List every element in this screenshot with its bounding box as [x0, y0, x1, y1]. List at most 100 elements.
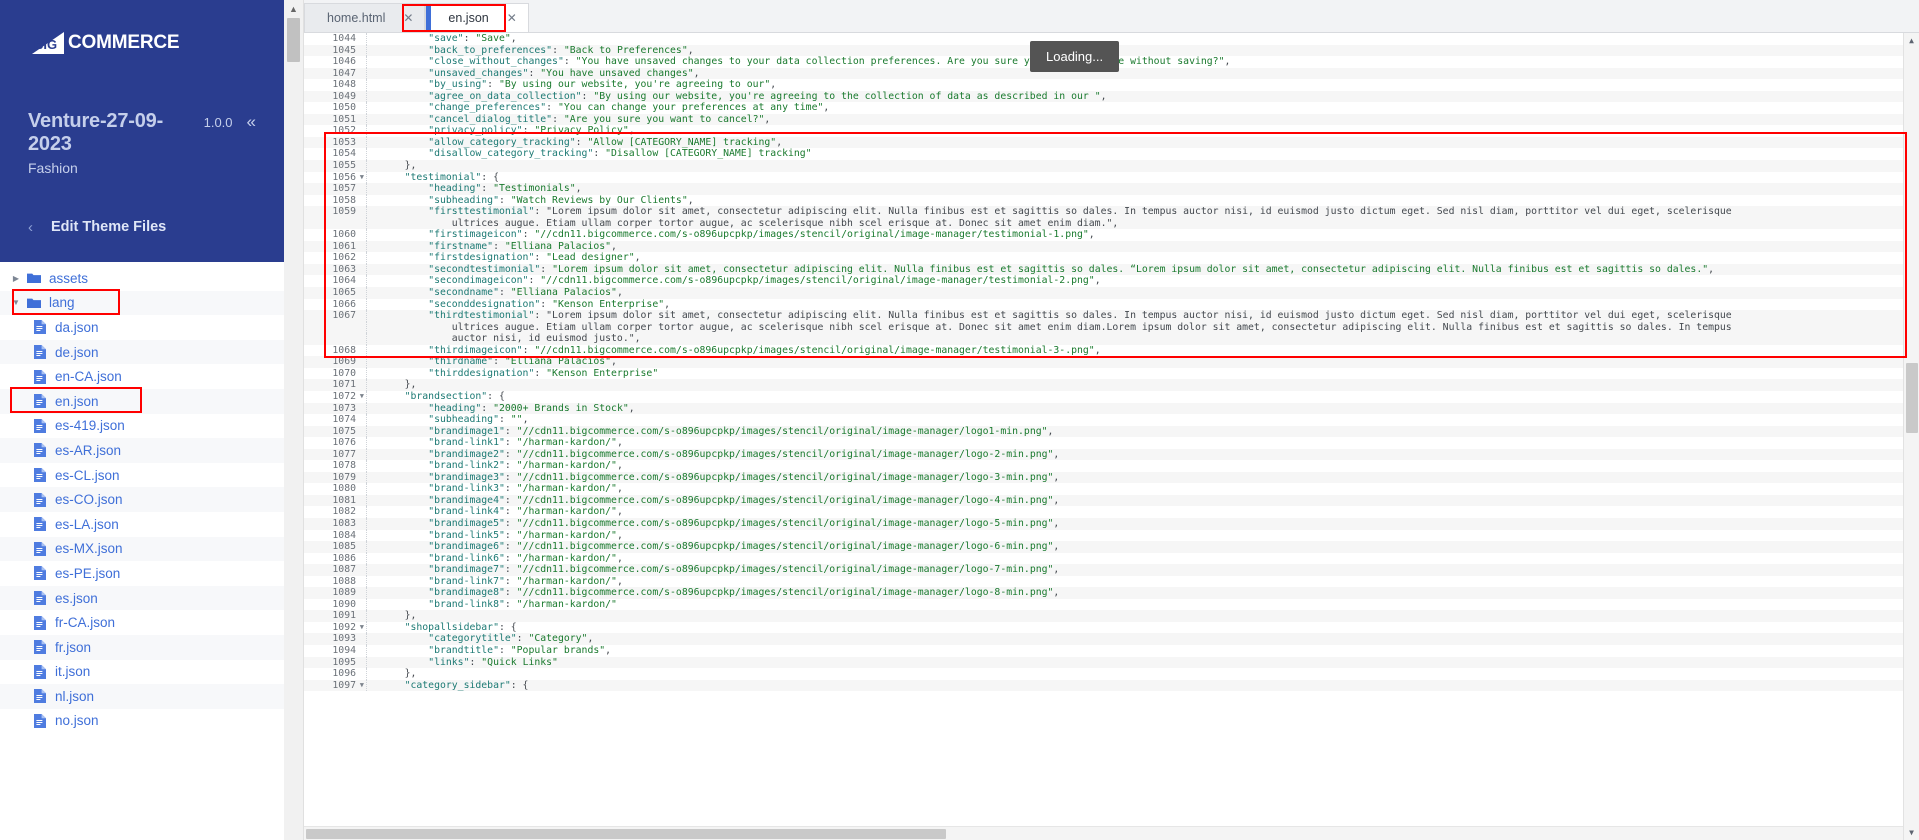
code-line[interactable]: 1079 "brandimage3": "//cdn11.bigcommerce… — [304, 471, 1903, 484]
code-fold-icon[interactable]: ▼ — [360, 622, 364, 634]
code-line[interactable]: 1075 "brandimage1": "//cdn11.bigcommerce… — [304, 425, 1903, 438]
scroll-up-icon[interactable]: ▲ — [1904, 33, 1919, 45]
code-line[interactable]: 1087 "brandimage7": "//cdn11.bigcommerce… — [304, 564, 1903, 576]
file-tree-item-en-CA-json[interactable]: en-CA.json — [0, 364, 284, 389]
code-line[interactable]: 1084 "brand-link5": "/harman-kardon/", — [304, 529, 1903, 542]
file-tree-item-es-LA-json[interactable]: es-LA.json — [0, 512, 284, 537]
code-line[interactable]: 1094 "brandtitle": "Popular brands", — [304, 644, 1903, 657]
scroll-up-icon[interactable]: ▲ — [284, 0, 303, 14]
code-line[interactable]: 1062 "firstdesignation": "Lead designer"… — [304, 252, 1903, 264]
code-line[interactable]: 1052 "privacy_policy": "Privacy Policy", — [304, 125, 1903, 137]
edit-theme-files-nav[interactable]: ‹ Edit Theme Files — [28, 219, 256, 235]
file-tree-item-en-json[interactable]: en.json — [0, 386, 284, 414]
code-line[interactable]: 1069 "thirdname": "Elliana Palacios", — [304, 356, 1903, 368]
code-line[interactable]: auctor nisi, id euismod justo.", — [304, 333, 1903, 345]
file-tree-item-fr-CA-json[interactable]: fr-CA.json — [0, 610, 284, 635]
file-tree-item-assets[interactable]: ▶ assets — [0, 266, 284, 291]
code-line[interactable]: 1078 "brand-link2": "/harman-kardon/", — [304, 460, 1903, 472]
file-tree-item-es-MX-json[interactable]: es-MX.json — [0, 536, 284, 562]
code-line[interactable]: 1074 "subheading": "", — [304, 414, 1903, 426]
file-tree-item-it-json[interactable]: it.json — [0, 660, 284, 685]
file-tree-item-es-419-json[interactable]: es-419.json — [0, 414, 284, 439]
code-fold-icon[interactable]: ▼ — [360, 391, 364, 403]
file-tree-item-no-json[interactable]: no.json — [0, 709, 284, 734]
chevron-right-icon[interactable]: ▶ — [8, 274, 24, 283]
collapse-sidebar-icon[interactable]: « — [247, 113, 256, 130]
editor-tab-en-json[interactable]: en.json ✕ — [425, 3, 529, 32]
file-tree-item-lang[interactable]: ▼ lang — [0, 288, 284, 316]
code-line[interactable]: 1060 "firstimageicon": "//cdn11.bigcomme… — [304, 229, 1903, 241]
code-line[interactable]: 1050 "change_preferences": "You can chan… — [304, 102, 1903, 114]
code-line[interactable]: 1055 }, — [304, 160, 1903, 172]
code-line[interactable]: 1096 }, — [304, 668, 1903, 680]
scroll-down-icon[interactable]: ▼ — [1904, 828, 1919, 837]
code-line[interactable]: 1056 ▼ "testimonial": { — [304, 171, 1903, 184]
tree-scrollbar[interactable]: ▲ — [284, 0, 304, 840]
code-line[interactable]: ultrices augue. Etiam ullam corper torto… — [304, 321, 1903, 334]
file-tree-item-nl-json[interactable]: nl.json — [0, 684, 284, 709]
code-content[interactable]: 1044 "save": "Save", 1045 "back_to_prefer… — [304, 33, 1903, 826]
code-line[interactable]: 1063 "secondtestimonial": "Lorem ipsum d… — [304, 263, 1903, 276]
code-line[interactable]: 1076 "brand-link1": "/harman-kardon/", — [304, 437, 1903, 449]
file-tree-item-es-json[interactable]: es.json — [0, 585, 284, 611]
code-line[interactable]: 1068 "thirdimageicon": "//cdn11.bigcomme… — [304, 344, 1903, 357]
tree-scrollbar-thumb[interactable] — [287, 18, 300, 62]
code-line[interactable]: 1071 }, — [304, 379, 1903, 391]
editor-vertical-scrollbar[interactable]: ▲ ▼ — [1903, 33, 1919, 840]
code-line[interactable]: 1086 "brand-link6": "/harman-kardon/", — [304, 552, 1903, 565]
editor-tabbar[interactable]: home.html ✕ en.json ✕ — [304, 0, 1919, 33]
file-tree-item-fr-json[interactable]: fr.json — [0, 634, 284, 660]
code-line[interactable]: 1097 ▼ "category_sidebar": { — [304, 679, 1903, 692]
code-line[interactable]: 1082 "brand-link4": "/harman-kardon/", — [304, 506, 1903, 518]
code-line[interactable]: 1083 "brandimage5": "//cdn11.bigcommerce… — [304, 517, 1903, 530]
code-line[interactable]: 1054 "disallow_category_tracking": "Disa… — [304, 148, 1903, 161]
code-line[interactable]: 1057 "heading": "Testimonials", — [304, 183, 1903, 195]
code-line[interactable]: 1070 "thirddesignation": "Kenson Enterpr… — [304, 367, 1903, 380]
code-line[interactable]: 1080 "brand-link3": "/harman-kardon/", — [304, 483, 1903, 495]
vertical-scrollbar-thumb[interactable] — [1906, 363, 1918, 433]
code-line[interactable]: 1095 "links": "Quick Links" — [304, 656, 1903, 669]
code-line[interactable]: ultrices augue. Etiam ullam corper torto… — [304, 217, 1903, 230]
code-line[interactable]: 1072 ▼ "brandsection": { — [304, 390, 1903, 403]
file-tree-item-da-json[interactable]: da.json — [0, 315, 284, 340]
code-line[interactable]: 1049 "agree_on_data_collection": "By usi… — [304, 90, 1903, 103]
code-line[interactable]: 1048 "by_using": "By using our website, … — [304, 79, 1903, 91]
horizontal-scrollbar-thumb[interactable] — [306, 829, 946, 839]
code-fold-icon[interactable]: ▼ — [360, 172, 364, 184]
file-tree[interactable]: ▶ assets ▼ lang da.json de.json en-CA.json en.j… — [0, 262, 284, 840]
editor-tab-home-html[interactable]: home.html ✕ — [304, 3, 426, 32]
chevron-down-icon[interactable]: ▼ — [8, 298, 24, 307]
editor-horizontal-scrollbar[interactable] — [304, 826, 1903, 840]
close-icon[interactable]: ✕ — [403, 11, 413, 25]
code-fold-icon[interactable]: ▼ — [360, 680, 364, 692]
code-line[interactable]: 1051 "cancel_dialog_title": "Are you sur… — [304, 113, 1903, 126]
code-line[interactable]: 1081 "brandimage4": "//cdn11.bigcommerce… — [304, 494, 1903, 507]
code-line[interactable]: 1058 "subheading": "Watch Reviews by Our… — [304, 194, 1903, 207]
file-tree-item-es-CO-json[interactable]: es-CO.json — [0, 487, 284, 512]
logo-wordmark: COMMERCE — [68, 32, 180, 53]
code-line[interactable]: 1088 "brand-link7": "/harman-kardon/", — [304, 575, 1903, 588]
code-line[interactable]: 1066 "seconddesignation": "Kenson Enterp… — [304, 298, 1903, 311]
code-line[interactable]: 1061 "firstname": "Elliana Palacios", — [304, 240, 1903, 253]
code-line[interactable]: 1077 "brandimage2": "//cdn11.bigcommerce… — [304, 448, 1903, 461]
code-line[interactable]: 1091 }, — [304, 610, 1903, 622]
code-line-text: "thirdimageicon": "//cdn11.bigcommerce.c… — [366, 344, 1903, 357]
file-tree-item-es-CL-json[interactable]: es-CL.json — [0, 463, 284, 488]
chevron-left-icon[interactable]: ‹ — [28, 220, 33, 235]
code-line[interactable]: 1059 "firsttestimonial": "Lorem ipsum do… — [304, 206, 1903, 218]
code-line[interactable]: 1065 "secondname": "Elliana Palacios", — [304, 287, 1903, 299]
file-tree-item-es-AR-json[interactable]: es-AR.json — [0, 438, 284, 463]
code-line[interactable]: 1090 "brand-link8": "/harman-kardon/" — [304, 598, 1903, 611]
code-line[interactable]: 1085 "brandimage6": "//cdn11.bigcommerce… — [304, 541, 1903, 553]
code-line[interactable]: 1092 ▼ "shopallsidebar": { — [304, 621, 1903, 634]
code-editor[interactable]: 1044 "save": "Save", 1045 "back_to_prefer… — [304, 33, 1919, 840]
code-line[interactable]: 1089 "brandimage8": "//cdn11.bigcommerce… — [304, 587, 1903, 599]
file-tree-item-es-PE-json[interactable]: es-PE.json — [0, 561, 284, 586]
code-line[interactable]: 1067 "thirdtestimonial": "Lorem ipsum do… — [304, 310, 1903, 322]
code-line[interactable]: 1073 "heading": "2000+ Brands in Stock", — [304, 402, 1903, 415]
close-icon[interactable]: ✕ — [507, 11, 517, 25]
code-line[interactable]: 1064 "secondimageicon": "//cdn11.bigcomm… — [304, 275, 1903, 288]
code-line[interactable]: 1053 "allow_category_tracking": "Allow [… — [304, 136, 1903, 149]
file-tree-item-de-json[interactable]: de.json — [0, 339, 284, 365]
code-line[interactable]: 1093 "categorytitle": "Category", — [304, 633, 1903, 645]
